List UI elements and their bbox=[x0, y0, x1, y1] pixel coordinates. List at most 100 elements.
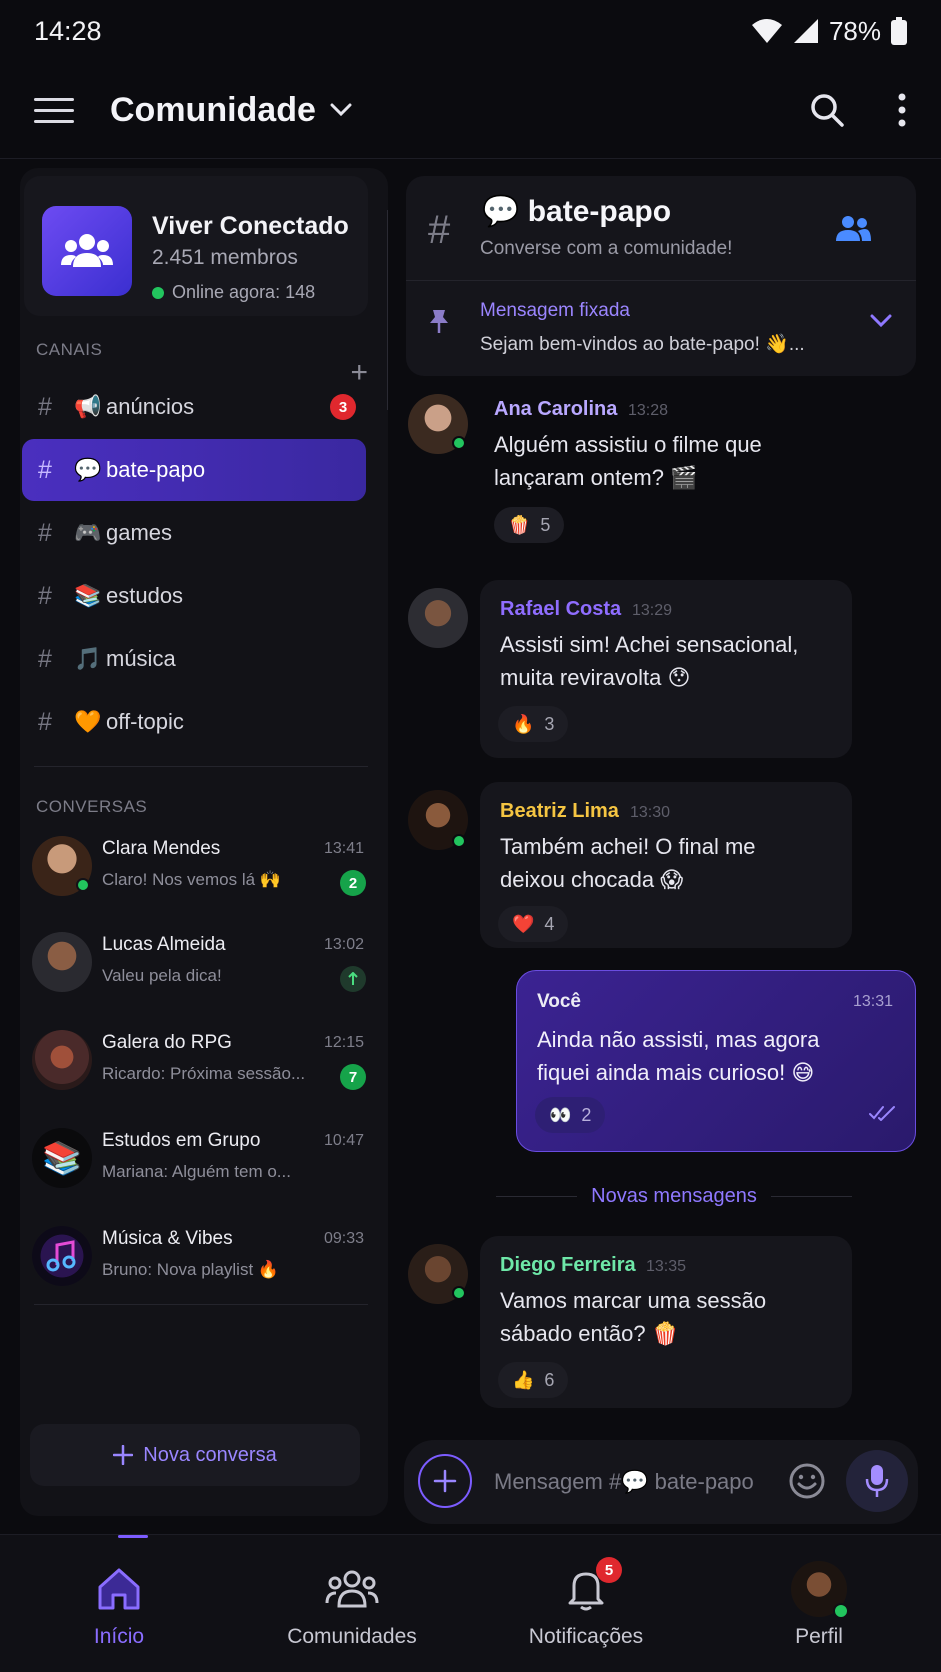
conversation-time: 12:15 bbox=[323, 1034, 364, 1051]
message-author[interactable]: Beatriz Lima bbox=[500, 800, 619, 823]
emoji-icon[interactable] bbox=[788, 1462, 826, 1500]
message-rafael-costa: Rafael Costa 13:29 Assisti sim! Achei se… bbox=[480, 580, 852, 758]
plus-icon bbox=[433, 1469, 457, 1493]
conversation-name: Lucas Almeida bbox=[102, 934, 226, 955]
nav-notificacoes[interactable]: 5 Notificações bbox=[486, 1535, 686, 1672]
nav-label: Comunidades bbox=[287, 1625, 417, 1648]
thumbs-up-icon: 👍 bbox=[512, 1369, 535, 1390]
attach-button[interactable] bbox=[418, 1454, 472, 1508]
status-time: 14:28 bbox=[34, 15, 102, 46]
avatar[interactable] bbox=[408, 588, 468, 648]
status-icons: 78% bbox=[751, 16, 907, 47]
community-members: 2.451 membros bbox=[152, 246, 298, 269]
conversation-clara-mendes[interactable]: Clara Mendes 13:41 Claro! Nos vemos lá 🙌… bbox=[30, 828, 370, 908]
left-panel: Viver Conectado 2.451 membros Online ago… bbox=[20, 168, 388, 1516]
nav-label: Início bbox=[93, 1625, 145, 1648]
online-dot-icon bbox=[452, 834, 466, 848]
community-card[interactable]: Viver Conectado 2.451 membros Online ago… bbox=[24, 176, 368, 316]
divider bbox=[34, 1304, 368, 1305]
reaction-fire[interactable]: 🔥 3 bbox=[498, 706, 569, 742]
conversation-name: Estudos em Grupo bbox=[102, 1130, 261, 1151]
hash-icon: # bbox=[38, 455, 52, 484]
message-author[interactable]: Diego Ferreira bbox=[500, 1254, 636, 1277]
divider bbox=[34, 766, 368, 767]
microphone-button[interactable] bbox=[846, 1450, 908, 1512]
channel-label: bate-papo bbox=[106, 457, 206, 482]
nav-comunidades[interactable]: Comunidades bbox=[252, 1535, 452, 1672]
nav-inicio[interactable]: Início bbox=[19, 1535, 219, 1672]
books-icon: 📚 bbox=[74, 583, 102, 608]
conversation-estudos-em-grupo[interactable]: 📚 Estudos em Grupo 10:47 Mariana: Alguém… bbox=[30, 1120, 370, 1200]
hash-icon: # bbox=[38, 581, 52, 610]
heart-icon: ❤️ bbox=[512, 913, 535, 934]
bell-icon: 5 bbox=[566, 1557, 622, 1615]
chevron-down-icon[interactable] bbox=[330, 103, 352, 117]
music-note-icon: 🎵 bbox=[74, 646, 102, 671]
unread-badge: 2 bbox=[340, 870, 366, 896]
channel-musica[interactable]: # 🎵 música bbox=[22, 628, 366, 690]
pinned-title[interactable]: Mensagem fixada bbox=[480, 300, 630, 322]
nav-perfil[interactable]: Perfil bbox=[719, 1535, 919, 1672]
message-author[interactable]: Ana Carolina bbox=[494, 398, 617, 421]
message-diego-ferreira: Diego Ferreira 13:35 Vamos marcar uma se… bbox=[480, 1236, 852, 1408]
avatar bbox=[791, 1561, 849, 1619]
pinned-text[interactable]: Sejam bem-vindos ao bate-papo! 👋... bbox=[480, 332, 805, 356]
message-time: 13:35 bbox=[646, 1258, 687, 1275]
reaction-count: 2 bbox=[581, 1104, 592, 1125]
conversation-musica-vibes[interactable]: Música & Vibes 09:33 Bruno: Nova playlis… bbox=[30, 1218, 370, 1298]
fire-icon: 🔥 bbox=[512, 713, 535, 734]
message-input[interactable] bbox=[494, 1460, 774, 1504]
search-icon[interactable] bbox=[809, 92, 845, 128]
online-count-text: Online agora: 148 bbox=[172, 282, 316, 302]
message-text: Ainda não assisti, mas agora fiquei ainda… bbox=[537, 1027, 820, 1085]
conversations-section-label: CONVERSAS bbox=[36, 797, 148, 816]
new-conversation-label: Nova conversa bbox=[143, 1443, 277, 1466]
page-title[interactable]: Comunidade bbox=[110, 91, 316, 130]
message-author[interactable]: Rafael Costa bbox=[500, 598, 621, 621]
community-logo bbox=[42, 206, 132, 296]
message-text: Vamos marcar uma sessão sábado então? 🍿 bbox=[500, 1288, 767, 1346]
members-icon[interactable] bbox=[834, 214, 872, 242]
conversation-galera-do-rpg[interactable]: Galera do RPG 12:15 Ricardo: Próxima ses… bbox=[30, 1022, 370, 1102]
message-time: 13:30 bbox=[630, 804, 671, 821]
message-author: Você bbox=[537, 991, 582, 1012]
hash-icon: # bbox=[38, 707, 52, 736]
message-text: Também achei! O final me deixou chocada 😱 bbox=[500, 834, 756, 892]
conversation-time: 13:02 bbox=[323, 936, 364, 953]
message-text: Alguém assistiu o filme que lançaram onte… bbox=[494, 432, 762, 490]
conversation-lucas-almeida[interactable]: Lucas Almeida 13:02 Valeu pela dica! bbox=[30, 924, 370, 1004]
eyes-icon: 👀 bbox=[549, 1104, 572, 1125]
gamepad-icon: 🎮 bbox=[74, 520, 102, 545]
panel-separator bbox=[387, 210, 388, 410]
channel-off-topic[interactable]: # 🧡 off-topic bbox=[22, 691, 366, 753]
signal-icon bbox=[793, 19, 818, 43]
channel-estudos[interactable]: # 📚 estudos bbox=[22, 565, 366, 627]
chevron-down-icon[interactable] bbox=[870, 314, 892, 328]
message-time: 13:28 bbox=[628, 402, 669, 419]
music-note-icon bbox=[32, 1226, 92, 1286]
more-vertical-icon[interactable] bbox=[897, 93, 907, 127]
channel-label: games bbox=[106, 520, 173, 545]
channel-bate-papo[interactable]: # 💬 bate-papo bbox=[22, 439, 366, 501]
conversation-preview: Claro! Nos vemos lá 🙌 bbox=[102, 870, 281, 889]
reaction-popcorn[interactable]: 🍿 5 bbox=[494, 507, 565, 543]
status-bar: 14:28 78% bbox=[0, 0, 941, 62]
channel-anuncios[interactable]: # 📢 anúncios 3 bbox=[22, 376, 366, 438]
conversation-name: Música & Vibes bbox=[102, 1228, 233, 1249]
message-own: Você 13:31 Ainda não assisti, mas agora f… bbox=[516, 970, 916, 1152]
hash-icon: # bbox=[38, 392, 52, 421]
pin-icon bbox=[430, 310, 448, 333]
new-conversation-button[interactable]: Nova conversa bbox=[30, 1424, 360, 1486]
channel-games[interactable]: # 🎮 games bbox=[22, 502, 366, 564]
plus-icon bbox=[113, 1445, 134, 1465]
channel-header: # 💬 bate-papo Converse com a comunidade!… bbox=[406, 176, 916, 376]
reaction-count: 4 bbox=[544, 913, 555, 934]
online-count: Online agora: 148 bbox=[152, 282, 315, 303]
conversation-time: 13:41 bbox=[323, 840, 364, 857]
channel-subtitle: Converse com a comunidade! bbox=[480, 238, 733, 259]
conversation-preview: Valeu pela dica! bbox=[102, 966, 222, 985]
reaction-eyes[interactable]: 👀 2 bbox=[535, 1097, 606, 1133]
reaction-heart[interactable]: ❤️ 4 bbox=[498, 906, 569, 942]
menu-icon[interactable] bbox=[34, 90, 74, 130]
reaction-thumbs-up[interactable]: 👍 6 bbox=[498, 1362, 569, 1398]
